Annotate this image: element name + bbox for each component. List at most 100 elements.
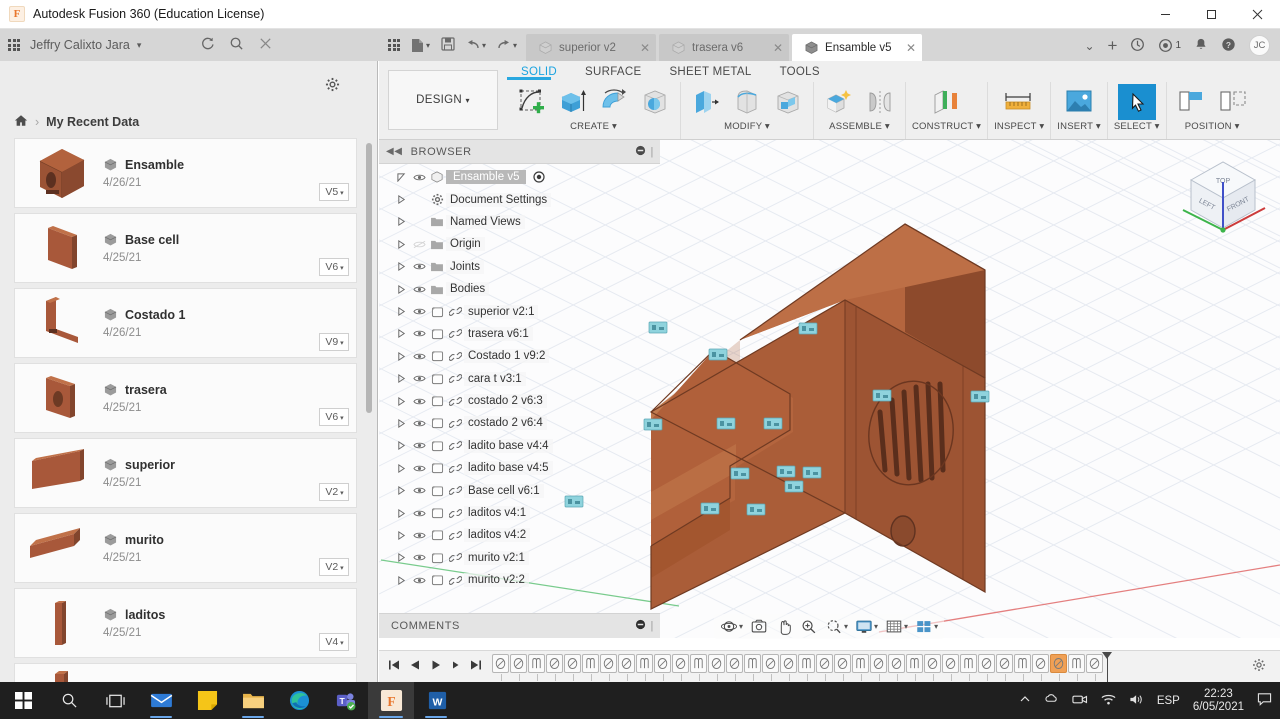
volume-icon[interactable] [1129,693,1144,709]
step-back-icon[interactable] [409,659,421,674]
tree-node-document-settings[interactable]: Document Settings [392,188,660,210]
external-link-icon[interactable] [446,552,464,563]
external-link-icon[interactable] [446,351,464,362]
close-panel-icon[interactable] [258,36,273,54]
visibility-eye-icon[interactable] [410,441,428,450]
expand-arrow-icon[interactable] [392,464,410,473]
timeline-feature[interactable] [618,654,635,673]
timeline-feature[interactable] [762,654,779,673]
close-button[interactable] [1234,0,1280,29]
version-dropdown[interactable]: V6▾ [319,258,349,276]
browser-tree[interactable]: Ensamble v5 Document SettingsNamed Views… [392,166,660,591]
new-tab-button[interactable]: + [1108,41,1118,51]
chevron-up-icon[interactable] [1019,693,1031,708]
onedrive-icon[interactable] [1044,692,1059,709]
expand-arrow-icon[interactable] [392,217,410,226]
extrude-icon[interactable] [554,84,592,120]
timeline-feature[interactable] [600,654,617,673]
sticky-notes-icon[interactable] [184,682,230,719]
browser-resize-handle[interactable]: | [651,146,654,158]
tree-node-base-cell-v6-1[interactable]: Base cell v6:1 [392,479,660,501]
expand-arrow-icon[interactable] [392,397,410,406]
external-link-icon[interactable] [446,396,464,407]
workspace-switcher[interactable]: DESIGN ▾ [388,70,498,130]
tab-sheet-metal[interactable]: SHEET METAL [655,63,765,82]
version-dropdown[interactable]: V5▾ [319,183,349,201]
timeline-feature[interactable] [636,654,653,673]
data-card-laditos[interactable]: laditos 4/25/21 V4▾ [14,588,357,658]
look-at-icon[interactable] [748,616,770,637]
shell-icon[interactable] [769,84,807,120]
fusion360-icon[interactable]: F [368,682,414,719]
measure-icon[interactable] [1000,84,1038,120]
visibility-eye-icon[interactable] [410,352,428,361]
timeline-feature[interactable] [528,654,545,673]
play-icon[interactable] [430,659,442,674]
tab-tools[interactable]: TOOLS [766,63,834,82]
panel-label-insert[interactable]: INSERT ▾ [1057,121,1101,132]
external-link-icon[interactable] [446,306,464,317]
visibility-eye-icon[interactable] [410,397,428,406]
timeline-feature[interactable] [654,654,671,673]
visibility-eye-off-icon[interactable] [410,240,428,249]
timeline-feature[interactable] [726,654,743,673]
new-component-icon[interactable] [820,84,858,120]
external-link-icon[interactable] [446,575,464,586]
visibility-eye-icon[interactable] [410,173,428,182]
data-card-ladito-base[interactable]: ladito base [14,663,357,682]
create-sketch-icon[interactable] [513,84,551,120]
revolve-icon[interactable] [595,84,633,120]
visibility-eye-icon[interactable] [410,509,428,518]
search-icon[interactable] [46,682,92,719]
redo-icon[interactable]: ▾ [497,39,517,51]
expand-arrow-icon[interactable] [392,195,410,204]
undo-icon[interactable]: ▾ [466,39,486,51]
notification-bell-icon[interactable] [1194,37,1208,55]
timeline-feature[interactable] [852,654,869,673]
visibility-eye-icon[interactable] [410,531,428,540]
refresh-icon[interactable] [200,36,215,54]
external-link-icon[interactable] [446,373,464,384]
home-icon[interactable] [14,114,28,130]
word-icon[interactable]: W [414,682,460,719]
data-card-costado-1[interactable]: Costado 1 4/26/21 V9▾ [14,288,357,358]
data-card-trasera[interactable]: trasera 4/25/21 V6▾ [14,363,357,433]
step-forward-icon[interactable] [451,659,461,674]
timeline-feature-track[interactable] [492,651,1104,683]
expand-arrow-icon[interactable] [392,285,410,294]
visibility-eye-icon[interactable] [410,464,428,473]
visibility-eye-icon[interactable] [410,486,428,495]
tree-node-origin[interactable]: Origin [392,233,660,255]
notifications-icon[interactable] [1257,692,1272,709]
visibility-eye-icon[interactable] [410,285,428,294]
save-icon[interactable] [441,37,455,54]
tree-node-costado-1-v9-2[interactable]: Costado 1 v9:2 [392,345,660,367]
history-icon[interactable] [1130,37,1145,55]
comments-options-icon[interactable] [635,619,646,633]
tree-node-trasera-v6-1[interactable]: trasera v6:1 [392,323,660,345]
expand-arrow-icon[interactable] [392,329,410,338]
document-tab-superior[interactable]: superior v2 ✕ [526,34,656,61]
tree-node-bodies[interactable]: Bodies [392,278,660,300]
timeline-feature[interactable] [564,654,581,673]
panel-label-construct[interactable]: CONSTRUCT ▾ [912,121,981,132]
align-icon[interactable] [1173,84,1211,120]
tree-node-named-views[interactable]: Named Views [392,211,660,233]
visibility-eye-icon[interactable] [410,262,428,271]
data-card-murito[interactable]: murito 4/25/21 V2▾ [14,513,357,583]
tree-node-root[interactable]: Ensamble v5 [392,166,660,188]
tree-node-laditos-v4-2[interactable]: laditos v4:2 [392,524,660,546]
close-icon[interactable]: ✕ [640,41,650,55]
windows-start-icon[interactable] [0,682,46,719]
expand-arrow-icon[interactable] [392,419,410,428]
edge-icon[interactable] [276,682,322,719]
apps-grid-icon[interactable] [8,39,20,51]
timeline-feature[interactable] [888,654,905,673]
minimize-button[interactable] [1142,0,1188,29]
expand-arrow-icon[interactable] [392,262,410,271]
file-explorer-icon[interactable] [230,682,276,719]
select-cursor-icon[interactable] [1118,84,1156,120]
breadcrumb-label[interactable]: My Recent Data [46,115,139,129]
timeline-feature[interactable] [492,654,509,673]
external-link-icon[interactable] [446,463,464,474]
